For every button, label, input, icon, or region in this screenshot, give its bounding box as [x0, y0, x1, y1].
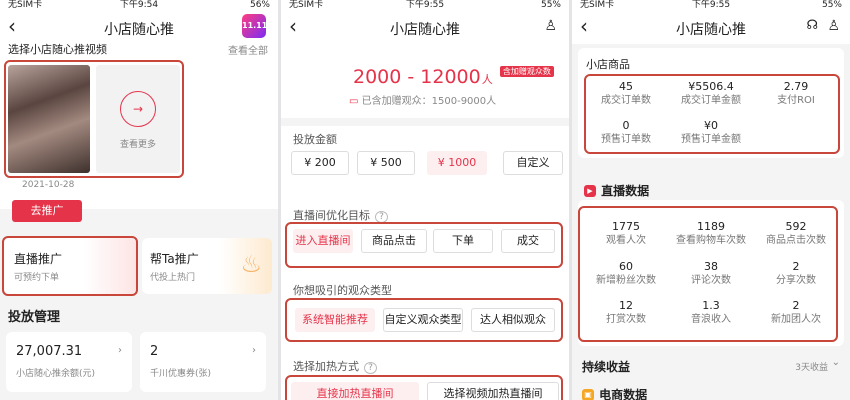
user-icon[interactable]: ♙ — [544, 18, 557, 34]
audience-range: 2000 - 12000 — [353, 66, 481, 88]
highlight-live-promo-box — [2, 236, 138, 296]
page-title: 小店随心推 — [390, 22, 460, 38]
flame-icon: ♨ — [240, 250, 262, 278]
section-title: 选择小店随心推视频 — [8, 43, 107, 56]
help-promo-title: 帮Ta推广 — [150, 252, 199, 266]
amount-option-custom[interactable]: 自定义 — [503, 151, 563, 175]
highlight-audience-box — [285, 298, 563, 342]
highlight-shop-box — [584, 74, 840, 154]
page-title: 小店随心推 — [104, 22, 174, 38]
amount-label: 投放金额 — [293, 133, 337, 146]
phone-screen-2: 无SIM卡 下午9:55 55% ‹ 小店随心推 ♙ 2000 - 12000人… — [281, 0, 569, 400]
status-bar: 无SIM卡 下午9:55 55% — [572, 0, 850, 10]
user-icon[interactable]: ♙ — [827, 18, 840, 34]
help-promo-subtitle: 代投上热门 — [150, 273, 196, 283]
promote-button-label: 去推广 — [30, 204, 64, 217]
status-bar: 无SIM卡 下午9:54 56% — [0, 0, 278, 10]
amount-option-200[interactable]: ¥ 200 — [291, 151, 349, 175]
balance-value: 27,007.31 — [16, 344, 83, 359]
highlight-live-box — [578, 206, 838, 342]
ecommerce-title-row: ▣ 电商数据 — [582, 384, 647, 400]
gift-note: 已含加赠观众：1500-9000人 — [361, 96, 497, 107]
chevron-right-icon: › — [252, 345, 256, 356]
highlight-video-box — [4, 60, 184, 178]
coupon-value: 2 — [150, 344, 159, 359]
balance-card[interactable]: 27,007.31 › 小店随心推余额(元) — [6, 332, 132, 392]
highlight-goal-box — [285, 222, 563, 268]
goal-label-row: 直播间优化目标 ? — [293, 204, 388, 223]
section-gap — [281, 118, 569, 126]
goal-label: 直播间优化目标 — [293, 209, 370, 222]
status-bar: 无SIM卡 下午9:55 55% — [281, 0, 569, 10]
phone-screen-3: 无SIM卡 下午9:55 55% ‹ 小店随心推 ☊ ♙ 小店商品 45 成交订单… — [572, 0, 850, 400]
time-text: 下午9:54 — [119, 0, 159, 10]
balance-label: 小店随心推余额(元) — [16, 369, 96, 379]
gift-tag: 含加赠观众数 — [499, 66, 554, 77]
promo-11-11-badge[interactable]: 11.11 — [242, 14, 267, 38]
live-title-row: ▶ 直播数据 — [584, 180, 649, 199]
battery-text: 55% — [821, 0, 842, 10]
ecommerce-title: 电商数据 — [599, 388, 648, 400]
live-title: 直播数据 — [601, 184, 650, 198]
battery-text: 55% — [540, 0, 561, 10]
chevron-right-icon: › — [118, 345, 122, 356]
heat-label-row: 选择加热方式 ? — [293, 355, 377, 374]
shopping-bag-icon: ▣ — [582, 388, 594, 400]
gift-note-row: ▭ 已含加赠观众：1500-9000人 — [349, 92, 496, 107]
heat-label: 选择加热方式 — [293, 360, 359, 373]
view-all-link[interactable]: 查看全部 — [228, 42, 268, 57]
manage-title: 投放管理 — [8, 310, 61, 325]
income-title: 持续收益 — [582, 360, 631, 374]
book-icon: ▭ — [349, 96, 359, 107]
shop-title: 小店商品 — [586, 58, 630, 71]
chevron-down-icon[interactable]: ⌄ — [832, 357, 840, 368]
income-days[interactable]: 3天收益 — [795, 360, 828, 373]
time-text: 下午9:55 — [691, 0, 731, 10]
amount-option-1000[interactable]: ¥ 1000 — [427, 151, 487, 175]
coupon-card[interactable]: 2 › 千川优惠券(张) — [140, 332, 266, 392]
live-tv-icon: ▶ — [584, 184, 596, 197]
audience-estimate: 2000 - 12000人 含加赠观众数 — [353, 66, 554, 88]
promote-button[interactable]: 去推广 — [12, 200, 82, 222]
audience-unit: 人 — [481, 73, 493, 86]
video-date: 2021-10-28 — [22, 180, 75, 190]
help-icon[interactable]: ? — [364, 362, 377, 374]
amount-option-500[interactable]: ¥ 500 — [357, 151, 415, 175]
phone-screen-1: 无SIM卡 下午9:54 56% ‹ 小店随心推 11.11 选择小店随心推视频… — [0, 0, 278, 400]
audience-type-label: 你想吸引的观众类型 — [293, 284, 392, 297]
highlight-heat-box — [285, 375, 563, 400]
headset-icon[interactable]: ☊ — [806, 18, 818, 33]
nav-bar: ‹ 小店随心推 11.11 — [0, 10, 278, 44]
nav-bar: ‹ 小店随心推 ♙ — [281, 10, 569, 44]
coupon-label: 千川优惠券(张) — [150, 369, 212, 379]
time-text: 下午9:55 — [405, 0, 445, 10]
nav-bar: ‹ 小店随心推 ☊ ♙ — [572, 10, 850, 44]
help-promo-card[interactable]: 帮Ta推广 代投上热门 ♨ — [142, 238, 272, 294]
battery-text: 56% — [249, 0, 270, 10]
